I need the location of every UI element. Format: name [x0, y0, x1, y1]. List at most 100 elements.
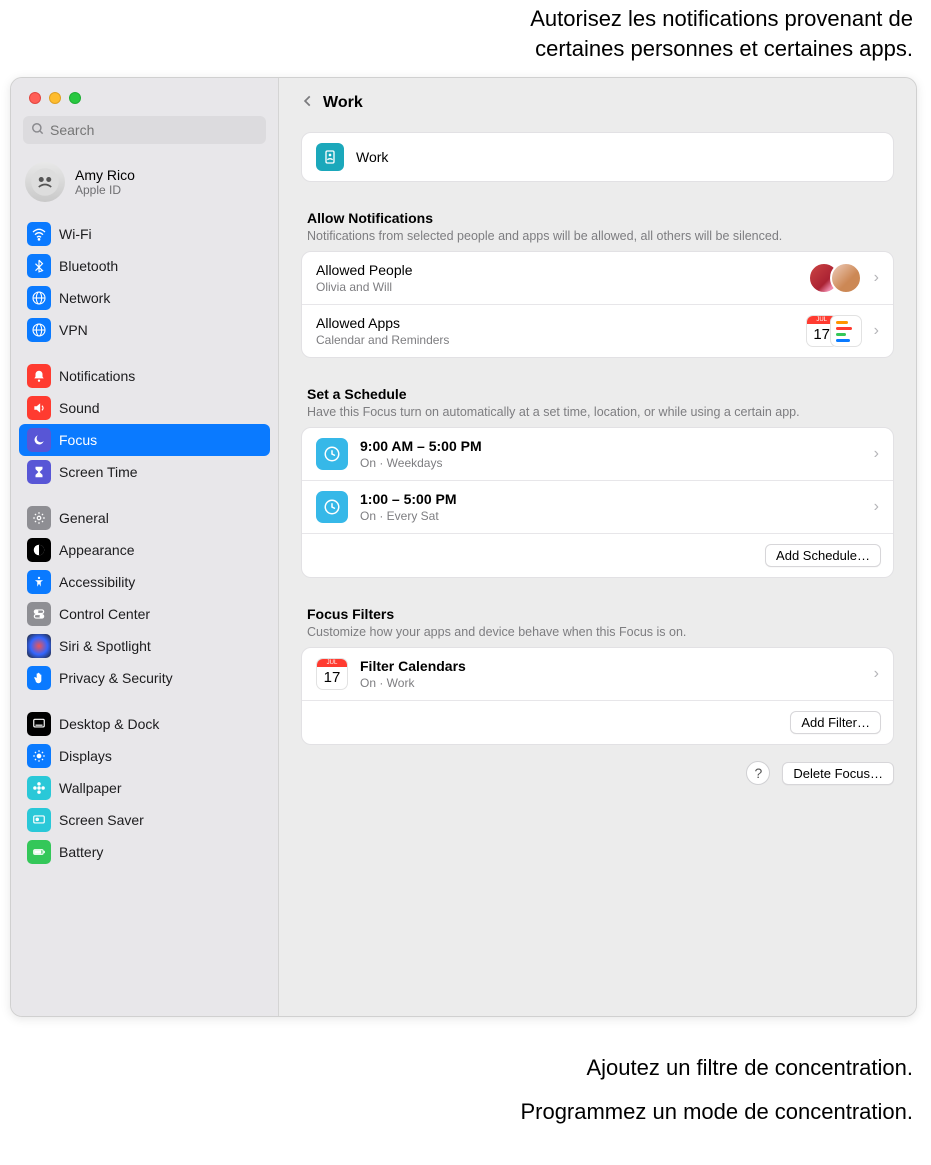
- sidebar-item-vpn[interactable]: VPN: [19, 314, 270, 346]
- sidebar-item-wifi[interactable]: Wi-Fi: [19, 218, 270, 250]
- chevron-right-icon: ›: [874, 498, 879, 516]
- sidebar-item-label: Notifications: [59, 364, 135, 388]
- sidebar-item-accessibility[interactable]: Accessibility: [19, 566, 270, 598]
- sidebar-group-alerts: Notifications Sound Focus Screen Time: [11, 358, 278, 490]
- dock-icon: [27, 712, 51, 736]
- filter-title: Filter Calendars: [360, 658, 862, 674]
- callout-top: Autorisez les notifications provenant de…: [0, 4, 931, 63]
- sun-icon: [27, 744, 51, 768]
- add-schedule-button[interactable]: Add Schedule…: [765, 544, 881, 567]
- chevron-right-icon: ›: [874, 665, 879, 683]
- sidebar-item-controlcenter[interactable]: Control Center: [19, 598, 270, 630]
- sidebar-item-screentime[interactable]: Screen Time: [19, 456, 270, 488]
- settings-window: Amy Rico Apple ID Wi-Fi Bluetooth Networ…: [10, 77, 917, 1017]
- sidebar-item-label: Screen Saver: [59, 808, 144, 832]
- sidebar-item-desktop[interactable]: Desktop & Dock: [19, 708, 270, 740]
- speaker-icon: [27, 396, 51, 420]
- sidebar-group-display: Desktop & Dock Displays Wallpaper Screen…: [11, 706, 278, 870]
- section-filters: Focus Filters Customize how your apps an…: [301, 606, 894, 647]
- filters-card: JUL17 Filter Calendars On · Work › Add F…: [301, 647, 894, 745]
- chevron-right-icon: ›: [874, 322, 879, 340]
- calendar-icon: JUL17: [316, 658, 348, 690]
- section-schedule: Set a Schedule Have this Focus turn on a…: [301, 386, 894, 427]
- battery-icon: [27, 840, 51, 864]
- sidebar-item-bluetooth[interactable]: Bluetooth: [19, 250, 270, 282]
- allowed-people-row[interactable]: Allowed People Olivia and Will ›: [302, 252, 893, 304]
- sidebar-item-displays[interactable]: Displays: [19, 740, 270, 772]
- schedule-sub: On · Weekdays: [360, 456, 862, 470]
- minimize-button[interactable]: [49, 92, 61, 104]
- sidebar-item-focus[interactable]: Focus: [19, 424, 270, 456]
- add-filter-button[interactable]: Add Filter…: [790, 711, 881, 734]
- section-title: Allow Notifications: [307, 210, 888, 226]
- row-title: Allowed Apps: [316, 315, 794, 331]
- switches-icon: [27, 602, 51, 626]
- callout-filter: Ajoutez un filtre de concentration.: [0, 1053, 931, 1083]
- account-row[interactable]: Amy Rico Apple ID: [11, 154, 278, 216]
- appearance-icon: [27, 538, 51, 562]
- sidebar-item-appearance[interactable]: Appearance: [19, 534, 270, 566]
- sidebar: Amy Rico Apple ID Wi-Fi Bluetooth Networ…: [11, 78, 279, 1016]
- sidebar-item-general[interactable]: General: [19, 502, 270, 534]
- schedule-sub: On · Every Sat: [360, 509, 862, 523]
- filters-footer: Add Filter…: [302, 700, 893, 744]
- allowed-apps-row[interactable]: Allowed Apps Calendar and Reminders JUL1…: [302, 304, 893, 357]
- titlebar: Work: [301, 88, 894, 132]
- sidebar-item-label: Appearance: [59, 538, 135, 562]
- sidebar-item-label: Desktop & Dock: [59, 712, 159, 736]
- sidebar-item-network[interactable]: Network: [19, 282, 270, 314]
- schedule-row-2[interactable]: 1:00 – 5:00 PM On · Every Sat ›: [302, 480, 893, 533]
- filter-row[interactable]: JUL17 Filter Calendars On · Work ›: [302, 648, 893, 700]
- sidebar-item-privacy[interactable]: Privacy & Security: [19, 662, 270, 694]
- page-title: Work: [323, 94, 363, 112]
- sidebar-item-wallpaper[interactable]: Wallpaper: [19, 772, 270, 804]
- schedule-row-1[interactable]: 9:00 AM – 5:00 PM On · Weekdays ›: [302, 428, 893, 480]
- sidebar-item-label: Sound: [59, 396, 99, 420]
- sidebar-item-screensaver[interactable]: Screen Saver: [19, 804, 270, 836]
- notifications-card: Allowed People Olivia and Will › Allowed…: [301, 251, 894, 358]
- search-field[interactable]: [23, 116, 266, 144]
- badge-icon: [316, 143, 344, 171]
- people-avatars: [808, 262, 862, 294]
- clock-icon: [316, 438, 348, 470]
- wifi-icon: [27, 222, 51, 246]
- hourglass-icon: [27, 460, 51, 484]
- sidebar-item-siri[interactable]: Siri & Spotlight: [19, 630, 270, 662]
- sidebar-item-label: Network: [59, 286, 110, 310]
- fullscreen-button[interactable]: [69, 92, 81, 104]
- gear-icon: [27, 506, 51, 530]
- sidebar-item-label: Displays: [59, 744, 112, 768]
- sidebar-item-label: Wi-Fi: [59, 222, 92, 246]
- globe-icon: [27, 286, 51, 310]
- row-sub: Calendar and Reminders: [316, 333, 794, 347]
- focus-name: Work: [356, 149, 388, 165]
- sidebar-item-label: Privacy & Security: [59, 666, 173, 690]
- close-button[interactable]: [29, 92, 41, 104]
- chevron-right-icon: ›: [874, 269, 879, 287]
- sidebar-item-notifications[interactable]: Notifications: [19, 360, 270, 392]
- back-button[interactable]: [301, 92, 315, 114]
- callout-schedule: Programmez un mode de concentration.: [0, 1097, 931, 1127]
- sidebar-item-label: General: [59, 506, 109, 530]
- window-controls: [11, 78, 278, 116]
- sidebar-item-battery[interactable]: Battery: [19, 836, 270, 868]
- schedule-time: 1:00 – 5:00 PM: [360, 491, 862, 507]
- search-icon: [31, 122, 45, 139]
- account-name: Amy Rico: [75, 167, 135, 183]
- focus-name-card[interactable]: Work: [301, 132, 894, 182]
- help-button[interactable]: ?: [746, 761, 770, 785]
- sidebar-item-label: Control Center: [59, 602, 150, 626]
- main-panel: Work Work Allow Notifications Notificati…: [279, 78, 916, 1016]
- flower-icon: [27, 776, 51, 800]
- reminders-icon: [830, 315, 862, 347]
- sidebar-item-sound[interactable]: Sound: [19, 392, 270, 424]
- section-title: Set a Schedule: [307, 386, 888, 402]
- row-title: Allowed People: [316, 262, 796, 278]
- search-input[interactable]: [50, 122, 258, 138]
- sidebar-item-label: Wallpaper: [59, 776, 122, 800]
- delete-focus-button[interactable]: Delete Focus…: [782, 762, 894, 785]
- bottom-actions: ? Delete Focus…: [301, 761, 894, 785]
- schedule-card: 9:00 AM – 5:00 PM On · Weekdays › 1:00 –…: [301, 427, 894, 578]
- filter-sub: On · Work: [360, 676, 862, 690]
- sidebar-item-label: Siri & Spotlight: [59, 634, 151, 658]
